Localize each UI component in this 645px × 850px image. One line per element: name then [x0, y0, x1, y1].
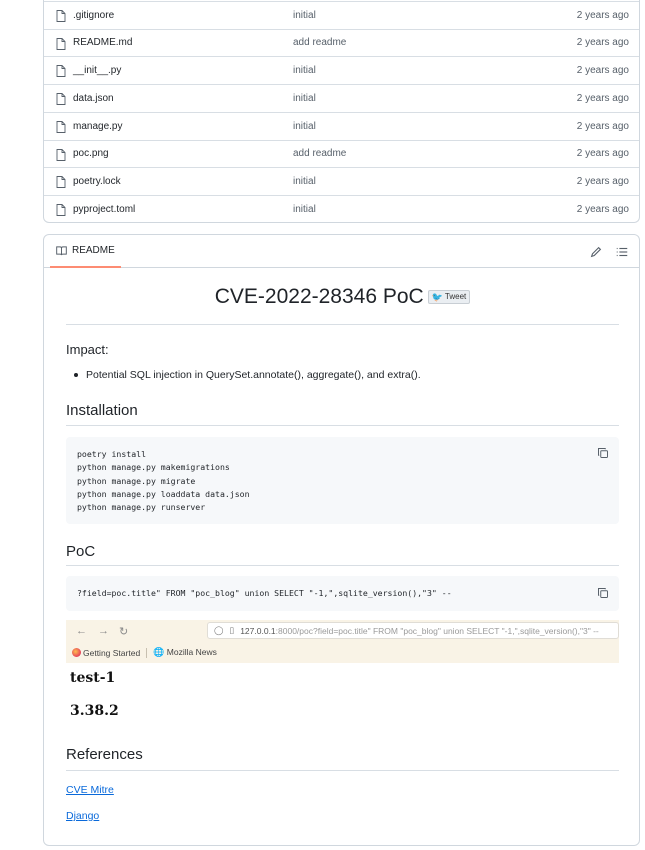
- commit-age: 2 years ago: [576, 120, 629, 132]
- url-bar: ◯ ▯ 127.0.0.1:8000/poc?field=poc.title" …: [207, 622, 619, 639]
- copy-icon[interactable]: [597, 447, 609, 459]
- file-icon: [56, 203, 66, 216]
- divider: [146, 647, 148, 658]
- forward-arrow-icon: →: [98, 625, 109, 637]
- file-name[interactable]: poc.png: [73, 148, 109, 159]
- table-row[interactable]: .gitignore initial 2 years ago: [44, 1, 639, 29]
- file-icon: [56, 93, 66, 106]
- file-icon: [56, 120, 66, 133]
- table-row[interactable]: README.md add readme 2 years ago: [44, 28, 639, 57]
- file-icon: [56, 10, 66, 22]
- file-name[interactable]: README.md: [73, 37, 132, 48]
- bookmarks-bar: Getting Started 🌐 Mozilla News: [72, 647, 217, 658]
- link-cve-mitre[interactable]: CVE Mitre: [66, 784, 114, 796]
- readme-title: CVE-2022-28346 PoC: [214, 285, 424, 308]
- code-line: python manage.py migrate: [77, 475, 196, 486]
- commit-age: 2 years ago: [576, 65, 629, 77]
- references-heading: References: [66, 746, 143, 763]
- bookmark-mozilla-news: Mozilla News: [166, 647, 217, 657]
- commit-message[interactable]: add readme: [293, 37, 346, 48]
- file-name[interactable]: poetry.lock: [73, 176, 121, 187]
- table-row[interactable]: poetry.lock initial 2 years ago: [44, 167, 639, 195]
- tweet-button[interactable]: 🐦 Tweet: [427, 290, 471, 304]
- table-row[interactable]: pyproject.toml initial 2 years ago: [44, 194, 639, 223]
- poc-code-line: ?field=poc.title" FROM "poc_blog" union …: [77, 588, 452, 598]
- link-django[interactable]: Django: [66, 810, 99, 822]
- commit-message[interactable]: initial: [293, 65, 316, 76]
- code-line: python manage.py makemigrations: [77, 462, 230, 473]
- copy-icon[interactable]: [597, 587, 609, 599]
- file-name[interactable]: __init__.py: [73, 65, 121, 76]
- divider: [66, 324, 619, 325]
- twitter-bird-icon: 🐦: [431, 292, 443, 302]
- file-name[interactable]: pyproject.toml: [73, 204, 135, 215]
- url-host: 127.0.0.1: [240, 625, 276, 636]
- back-arrow-icon: ←: [76, 625, 87, 637]
- impact-text: Potential SQL injection in QuerySet.anno…: [86, 369, 421, 381]
- code-line: python manage.py loaddata data.json: [77, 488, 250, 499]
- tweet-label: Tweet: [444, 292, 467, 301]
- installation-heading: Installation: [66, 402, 138, 419]
- file-name[interactable]: manage.py: [73, 121, 122, 132]
- commit-age: 2 years ago: [576, 92, 629, 104]
- file-icon: [56, 37, 66, 50]
- divider: [66, 425, 619, 426]
- commit-age: 2 years ago: [576, 175, 629, 187]
- book-icon: [56, 245, 67, 255]
- table-row[interactable]: manage.py initial 2 years ago: [44, 111, 639, 140]
- code-line: python manage.py runserver: [77, 502, 206, 513]
- list-icon[interactable]: [615, 245, 629, 259]
- divider: [66, 770, 619, 771]
- commit-age: 2 years ago: [576, 9, 629, 21]
- readme-tab[interactable]: README: [50, 235, 121, 268]
- commit-message[interactable]: initial: [293, 204, 316, 215]
- code-line: poetry install: [77, 449, 147, 459]
- commit-message[interactable]: initial: [293, 93, 316, 104]
- commit-message[interactable]: initial: [293, 10, 316, 21]
- readme-header: README: [44, 235, 639, 268]
- globe-icon: 🌐: [153, 647, 165, 657]
- file-name[interactable]: .gitignore: [73, 10, 114, 21]
- commit-message[interactable]: initial: [293, 121, 316, 132]
- commit-message[interactable]: initial: [293, 176, 316, 187]
- pencil-icon[interactable]: [589, 245, 603, 259]
- install-code-block: poetry install python manage.py makemigra…: [66, 437, 619, 524]
- commit-age: 2 years ago: [576, 203, 629, 215]
- page-icon: ▯: [229, 625, 235, 635]
- impact-label: Impact:: [66, 342, 109, 357]
- file-list: .gitignore initial 2 years ago README.md add…: [43, 0, 640, 223]
- result-title: test-1: [70, 670, 116, 686]
- readme-tab-label: README: [72, 245, 115, 256]
- table-row[interactable]: poc.png add readme 2 years ago: [44, 139, 639, 168]
- commit-age: 2 years ago: [576, 37, 629, 49]
- readme-panel: README CVE-2022-28346 PoC 🐦 Tweet Impact: …: [43, 234, 640, 846]
- result-version: 3.38.2: [70, 703, 119, 719]
- table-row[interactable]: data.json initial 2 years ago: [44, 84, 639, 112]
- bookmark-getting-started: Getting Started: [83, 647, 141, 658]
- poc-screenshot: ← → ↻ ◯ ▯ 127.0.0.1:8000/poc?field=poc.t…: [66, 620, 619, 663]
- file-name[interactable]: data.json: [73, 93, 114, 104]
- commit-message[interactable]: add readme: [293, 148, 346, 159]
- bullet-dot: [74, 373, 78, 377]
- shield-icon: ◯: [214, 625, 224, 635]
- url-rest: :8000/poc?field=poc.title" FROM "poc_blo…: [275, 625, 599, 636]
- commit-age: 2 years ago: [576, 148, 629, 160]
- list-item: Potential SQL injection in QuerySet.anno…: [74, 369, 421, 381]
- file-icon: [56, 176, 66, 189]
- readme-title-row: CVE-2022-28346 PoC 🐦 Tweet: [66, 286, 619, 307]
- firefox-icon: [72, 647, 81, 657]
- poc-code-block: ?field=poc.title" FROM "poc_blog" union …: [66, 576, 619, 611]
- table-row[interactable]: __init__.py initial 2 years ago: [44, 56, 639, 84]
- reload-icon: ↻: [119, 626, 129, 638]
- poc-heading: PoC: [66, 543, 96, 560]
- file-icon: [56, 65, 66, 78]
- divider: [66, 565, 619, 566]
- file-icon: [56, 148, 66, 161]
